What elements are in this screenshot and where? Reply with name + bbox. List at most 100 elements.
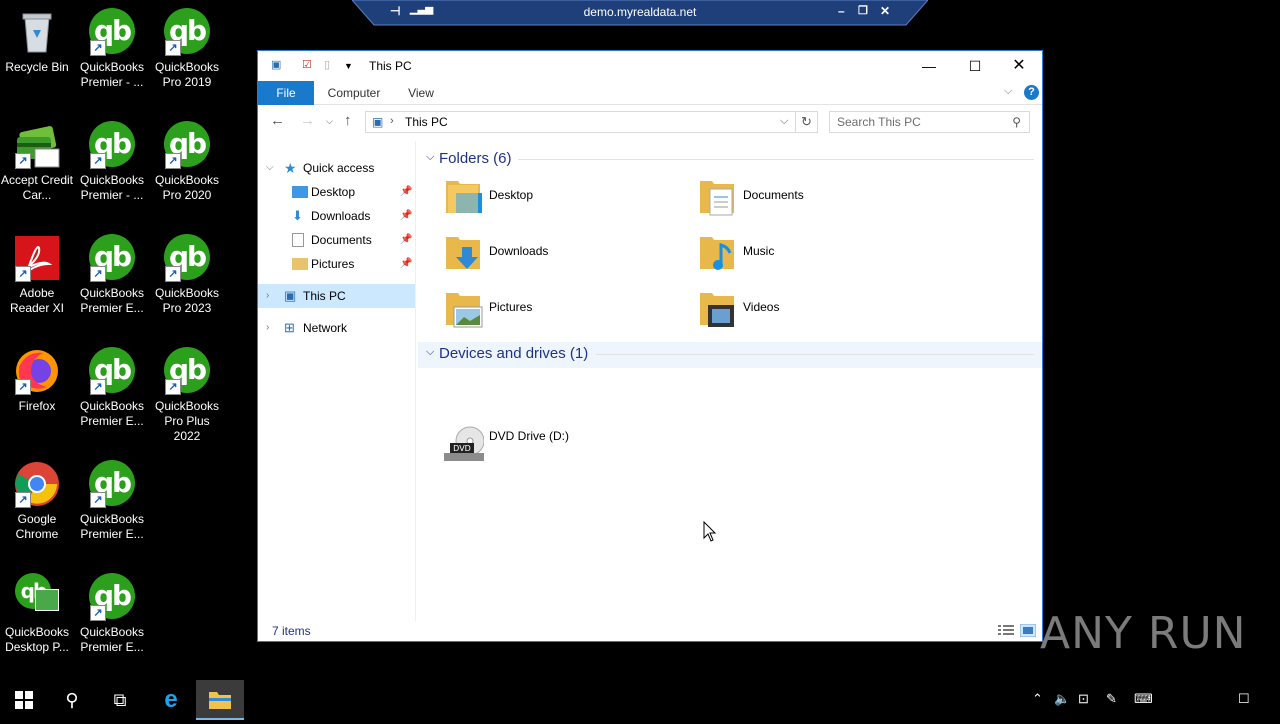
- back-button[interactable]: ←: [270, 112, 285, 129]
- nav-item-desktop[interactable]: Desktop 📌: [258, 180, 415, 204]
- rdp-connection-bar[interactable]: ⊣ ▁▃▅ demo.myrealdata.net – ❐ ✕: [352, 0, 928, 26]
- drive-dvd[interactable]: DVD DVD Drive (D:): [418, 421, 668, 469]
- tab-file[interactable]: File: [258, 81, 314, 105]
- desktop-icon-accept-credit-card[interactable]: ↗ Accept Credit Car...: [0, 115, 74, 203]
- customize-qat-icon[interactable]: ▼: [344, 61, 358, 75]
- rdp-close-button[interactable]: ✕: [880, 4, 890, 18]
- desktop-icon-quickbooks-premier-e[interactable]: qb ↗ QuickBooks Premier E...: [75, 454, 149, 542]
- desktop-icon-quickbooks-pro-2020[interactable]: qb ↗ QuickBooks Pro 2020: [150, 115, 224, 203]
- properties-icon[interactable]: ☑: [302, 58, 316, 72]
- address-bar[interactable]: ▣ › This PC ⌵: [365, 111, 796, 133]
- folder-pictures[interactable]: Pictures: [418, 287, 668, 335]
- rdp-restore-button[interactable]: ❐: [858, 4, 868, 17]
- desktop-icon-quickbooks-desktop[interactable]: qb QuickBooks Desktop P...: [0, 567, 74, 655]
- title-bar[interactable]: ▣ ☑ ▯ ▼ This PC — ☐ ✕: [258, 51, 1042, 81]
- group-title: Folders (6): [439, 150, 512, 167]
- chevron-up-icon[interactable]: ⌃: [1032, 691, 1043, 707]
- pin-icon[interactable]: 📌: [400, 252, 412, 276]
- desktop-icon-quickbooks-premier-e[interactable]: qb ↗ QuickBooks Premier E...: [75, 341, 149, 429]
- minimize-button[interactable]: —: [906, 51, 952, 81]
- quickbooks-icon: qb ↗: [88, 121, 136, 169]
- desktop-icon-label: QuickBooks Pro 2020: [154, 173, 220, 202]
- start-button[interactable]: [0, 680, 48, 720]
- desktop-icon-label: QuickBooks Desktop P...: [4, 625, 70, 654]
- desktop-icon-quickbooks-pro-2019[interactable]: qb ↗ QuickBooks Pro 2019: [150, 2, 224, 90]
- desktop-icon-firefox[interactable]: ↗ Firefox: [0, 341, 74, 414]
- large-icons-view-icon[interactable]: [1020, 624, 1036, 637]
- desktop-icon-label: QuickBooks Premier - ...: [79, 173, 145, 202]
- recent-locations-icon[interactable]: ⌵: [326, 116, 333, 127]
- search-button[interactable]: ⚲: [48, 680, 96, 720]
- refresh-button[interactable]: ↻: [796, 111, 818, 133]
- chevron-down-icon[interactable]: ⌵: [426, 151, 434, 164]
- desktop-icon-label: QuickBooks Pro 2019: [154, 60, 220, 89]
- desktop-icon-quickbooks-premier-e[interactable]: qb ↗ QuickBooks Premier E...: [75, 228, 149, 316]
- desktop-icon-quickbooks-premier[interactable]: qb ↗ QuickBooks Premier - ...: [75, 2, 149, 90]
- nav-item-downloads[interactable]: ⬇ Downloads 📌: [258, 204, 415, 228]
- forward-button[interactable]: →: [300, 112, 315, 129]
- search-input[interactable]: Search This PC ⚲: [829, 111, 1030, 133]
- folder-name: Pictures: [489, 300, 533, 314]
- desktop-icon-quickbooks-pro-2023[interactable]: qb ↗ QuickBooks Pro 2023: [150, 228, 224, 316]
- pin-icon[interactable]: 📌: [400, 204, 412, 228]
- desktop-icon-label: QuickBooks Premier E...: [79, 625, 145, 654]
- file-explorer-window: ▣ ☑ ▯ ▼ This PC — ☐ ✕ File Computer View…: [257, 50, 1043, 642]
- group-header-devices[interactable]: ⌵ Devices and drives (1): [418, 342, 1042, 368]
- pin-icon[interactable]: 📌: [400, 180, 412, 204]
- desktop-folder-icon: [446, 181, 482, 213]
- details-view-icon[interactable]: [998, 624, 1014, 637]
- folder-downloads[interactable]: Downloads: [418, 231, 668, 279]
- chevron-right-icon[interactable]: ›: [390, 115, 394, 127]
- network-tray-icon[interactable]: ⊡: [1078, 691, 1089, 707]
- tab-computer[interactable]: Computer: [320, 81, 388, 105]
- internet-explorer-button[interactable]: e: [147, 680, 195, 720]
- computer-icon: ▣: [271, 59, 282, 71]
- volume-muted-icon[interactable]: 🔈: [1054, 691, 1070, 707]
- firefox-icon: ↗: [13, 347, 61, 395]
- pin-icon[interactable]: 📌: [400, 228, 412, 252]
- folder-videos[interactable]: Videos: [672, 287, 922, 335]
- folder-desktop[interactable]: Desktop: [418, 175, 668, 223]
- pen-icon[interactable]: ✎: [1106, 691, 1117, 707]
- nav-quick-access[interactable]: ⌵ ★ Quick access: [258, 156, 415, 180]
- task-view-button[interactable]: ⧉: [96, 680, 144, 720]
- chevron-right-icon[interactable]: ›: [266, 284, 269, 308]
- chevron-right-icon[interactable]: ›: [266, 316, 269, 340]
- desktop-folder-icon: [292, 186, 308, 198]
- nav-network[interactable]: › ⊞ Network: [258, 316, 415, 340]
- nav-item-documents[interactable]: Documents 📌: [258, 228, 415, 252]
- maximize-button[interactable]: ☐: [952, 51, 998, 81]
- nav-label: This PC: [303, 289, 346, 303]
- nav-this-pc[interactable]: › ▣ This PC: [258, 284, 415, 308]
- desktop-icon-quickbooks-premier-e[interactable]: qb ↗ QuickBooks Premier E...: [75, 567, 149, 655]
- desktop-icon-label: QuickBooks Premier - ...: [79, 60, 145, 89]
- tab-view[interactable]: View: [396, 81, 446, 105]
- network-icon: ⊞: [284, 320, 295, 335]
- file-explorer-icon: [209, 692, 231, 709]
- desktop-icon-quickbooks-premier[interactable]: qb ↗ QuickBooks Premier - ...: [75, 115, 149, 203]
- music-folder-icon: [700, 237, 734, 270]
- chevron-down-icon[interactable]: ⌵: [426, 346, 434, 359]
- chevron-down-icon[interactable]: ⌵: [266, 156, 274, 180]
- file-explorer-taskbar-button[interactable]: [196, 680, 244, 720]
- desktop-icon-adobe-reader[interactable]: ↗ Adobe Reader XI: [0, 228, 74, 316]
- svg-text:DVD: DVD: [453, 444, 471, 453]
- new-folder-icon[interactable]: ▯: [324, 58, 338, 72]
- notifications-icon[interactable]: ☐: [1238, 691, 1250, 707]
- desktop-icon-recycle-bin[interactable]: Recycle Bin: [0, 2, 74, 75]
- desktop-icon-quickbooks-pro-plus-2022[interactable]: qb ↗ QuickBooks Pro Plus 2022: [150, 341, 224, 444]
- help-icon[interactable]: ?: [1024, 85, 1039, 100]
- folder-music[interactable]: Music: [672, 231, 922, 279]
- chevron-down-icon[interactable]: ⌵: [780, 115, 788, 128]
- expand-ribbon-icon[interactable]: ⌵: [1004, 85, 1012, 98]
- quickbooks-icon: qb ↗: [88, 8, 136, 56]
- computer-icon: ▣: [284, 288, 297, 303]
- folder-documents[interactable]: Documents: [672, 175, 922, 223]
- desktop-icon-google-chrome[interactable]: ↗ Google Chrome: [0, 454, 74, 542]
- nav-item-pictures[interactable]: Pictures 📌: [258, 252, 415, 276]
- group-header-folders[interactable]: ⌵ Folders (6): [418, 147, 1042, 171]
- rdp-minimize-button[interactable]: –: [838, 4, 845, 18]
- keyboard-icon[interactable]: ⌨: [1134, 691, 1153, 707]
- up-button[interactable]: ↑: [344, 112, 352, 129]
- close-button[interactable]: ✕: [996, 51, 1042, 81]
